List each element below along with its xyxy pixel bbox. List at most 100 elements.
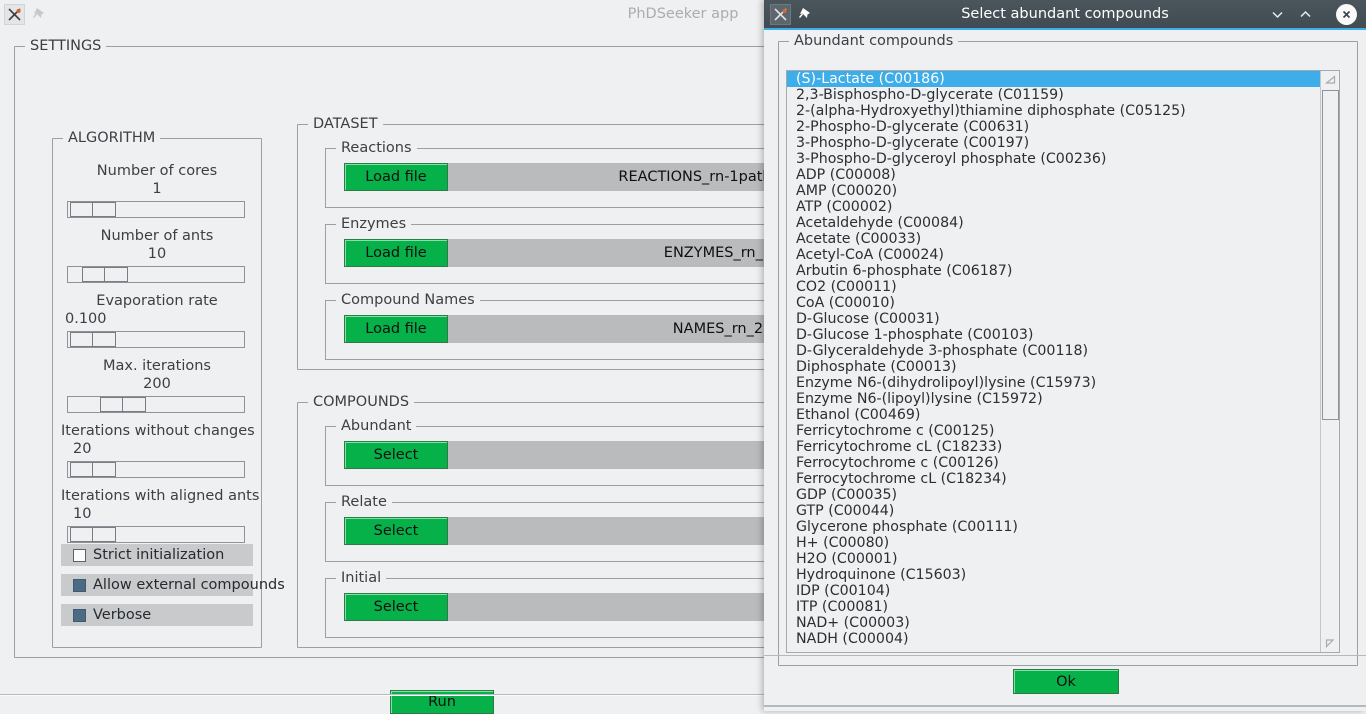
list-item[interactable]: Ethanol (C00469) — [787, 407, 1320, 423]
param-label: Max. iterations — [102, 358, 211, 374]
slider-thumb[interactable] — [70, 527, 116, 542]
checkbox-verbose[interactable]: Verbose — [61, 604, 253, 626]
list-vertical-scrollbar[interactable] — [1320, 71, 1339, 652]
abundant-select-button[interactable]: Select — [344, 441, 448, 469]
abundant-compounds-list-container: (S)-Lactate (C00186) 2,3-Bisphospho-D-gly… — [786, 70, 1340, 653]
slider-thumb[interactable] — [70, 332, 116, 347]
list-item[interactable]: H+ (C00080) — [787, 535, 1320, 551]
list-item[interactable]: Glycerone phosphate (C00111) — [787, 519, 1320, 535]
param-evaporation-rate: Evaporation rate 0.100 — [61, 292, 253, 348]
list-item[interactable]: (S)-Lactate (C00186) — [787, 71, 1320, 87]
list-item[interactable]: 2,3-Bisphospho-D-glycerate (C01159) — [787, 87, 1320, 103]
slider-thumb[interactable] — [70, 462, 116, 477]
list-item[interactable]: Ferrocytochrome c (C00126) — [787, 455, 1320, 471]
scroll-up-arrow-icon[interactable] — [1322, 72, 1339, 89]
enzymes-load-file-button[interactable]: Load file — [344, 239, 448, 267]
relate-subgroup-title: Relate — [336, 494, 392, 511]
list-item[interactable]: Enzyme N6-(lipoyl)lysine (C15972) — [787, 391, 1320, 407]
slider-thumb[interactable] — [82, 267, 128, 282]
list-item[interactable]: AMP (C00020) — [787, 183, 1320, 199]
checkbox-strict-initialization[interactable]: Strict initialization — [61, 544, 253, 566]
list-item[interactable]: GTP (C00044) — [787, 503, 1320, 519]
list-item[interactable]: Arbutin 6-phosphate (C06187) — [787, 263, 1320, 279]
compound-names-load-file-button[interactable]: Load file — [344, 315, 448, 343]
abundant-compounds-group-title: Abundant compounds — [789, 33, 959, 50]
list-item[interactable]: ADP (C00008) — [787, 167, 1320, 183]
scroll-thumb[interactable] — [1322, 90, 1339, 420]
list-item[interactable]: 3-Phospho-D-glyceroyl phosphate (C00236) — [787, 151, 1320, 167]
list-item[interactable]: Acetaldehyde (C00084) — [787, 215, 1320, 231]
initial-select-button[interactable]: Select — [344, 593, 448, 621]
dialog-footer-separator — [764, 655, 1366, 656]
ok-button[interactable]: Ok — [1013, 669, 1119, 694]
iterations-without-changes-slider[interactable] — [67, 461, 245, 478]
param-label: Iterations without changes — [61, 423, 255, 439]
algorithm-group-title: ALGORITHM — [63, 130, 161, 147]
list-item[interactable]: CoA (C00010) — [787, 295, 1320, 311]
list-item[interactable]: Diphosphate (C00013) — [787, 359, 1320, 375]
compounds-group-title: COMPOUNDS — [308, 394, 415, 411]
list-item[interactable]: 3-Phospho-D-glycerate (C00197) — [787, 135, 1320, 151]
list-item[interactable]: Acetate (C00033) — [787, 231, 1320, 247]
number-of-cores-slider[interactable] — [67, 201, 245, 218]
checkbox-box[interactable] — [73, 578, 86, 592]
list-item[interactable]: 2-(alpha-Hydroxyethyl)thiamine diphospha… — [787, 103, 1320, 119]
list-item[interactable]: ITP (C00081) — [787, 599, 1320, 615]
compound-names-group-title: Compound Names — [336, 292, 480, 309]
checkbox-box[interactable] — [73, 548, 86, 562]
scroll-down-arrow-icon[interactable] — [1322, 634, 1339, 651]
dialog-bottom-edge — [764, 705, 1366, 707]
param-label: Iterations with aligned ants — [61, 488, 260, 504]
param-value: 0.100 — [65, 311, 107, 327]
abundant-compounds-list[interactable]: (S)-Lactate (C00186) 2,3-Bisphospho-D-gly… — [787, 71, 1320, 652]
param-iterations-without-changes: Iterations without changes 20 — [61, 422, 255, 478]
close-icon[interactable] — [1336, 4, 1357, 25]
iterations-with-aligned-ants-slider[interactable] — [67, 526, 245, 543]
checkbox-box[interactable] — [73, 608, 86, 622]
checkbox-allow-external-compounds[interactable]: Allow external compounds — [61, 574, 285, 596]
param-max-iterations: Max. iterations 200 — [61, 357, 253, 413]
param-label: Evaporation rate — [96, 293, 218, 309]
chevron-down-icon[interactable] — [1268, 5, 1287, 24]
param-value: 10 — [147, 246, 167, 262]
chevron-up-icon[interactable] — [1296, 5, 1315, 24]
abundant-subgroup-title: Abundant — [336, 418, 417, 435]
list-item[interactable]: 2-Phospho-D-glycerate (C00631) — [787, 119, 1320, 135]
slider-thumb[interactable] — [100, 397, 146, 412]
relate-select-button[interactable]: Select — [344, 517, 448, 545]
list-item[interactable]: Ferricytochrome cL (C18233) — [787, 439, 1320, 455]
param-number-of-ants: Number of ants 10 — [61, 227, 253, 283]
enzymes-group-title: Enzymes — [336, 216, 412, 233]
initial-subgroup-title: Initial — [336, 570, 387, 587]
list-item[interactable]: CO2 (C00011) — [787, 279, 1320, 295]
list-item[interactable]: NAD+ (C00003) — [787, 615, 1320, 631]
list-item[interactable]: ATP (C00002) — [787, 199, 1320, 215]
select-abundant-compounds-dialog: Select abundant compounds Abundant compo… — [764, 0, 1366, 711]
list-item[interactable]: Enzyme N6-(dihydrolipoyl)lysine (C15973) — [787, 375, 1320, 391]
list-item[interactable]: Hydroquinone (C15603) — [787, 567, 1320, 583]
list-item[interactable]: D-Glucose 1-phosphate (C00103) — [787, 327, 1320, 343]
evaporation-rate-slider[interactable] — [67, 331, 245, 348]
list-item[interactable]: Ferricytochrome c (C00125) — [787, 423, 1320, 439]
dialog-body: Abundant compounds (S)-Lactate (C00186) 2… — [764, 30, 1366, 711]
param-value: 10 — [73, 506, 92, 522]
list-item[interactable]: D-Glucose (C00031) — [787, 311, 1320, 327]
number-of-ants-slider[interactable] — [67, 266, 245, 283]
param-value: 200 — [143, 376, 171, 392]
list-item[interactable]: Acetyl-CoA (C00024) — [787, 247, 1320, 263]
list-item[interactable]: NADH (C00004) — [787, 631, 1320, 647]
slider-thumb[interactable] — [70, 202, 116, 217]
dialog-titlebar[interactable]: Select abundant compounds — [764, 0, 1366, 28]
checkbox-label: Strict initialization — [93, 547, 225, 563]
max-iterations-slider[interactable] — [67, 396, 245, 413]
param-label: Number of cores — [96, 163, 218, 179]
reactions-load-file-button[interactable]: Load file — [344, 163, 448, 191]
list-item[interactable]: D-Glyceraldehyde 3-phosphate (C00118) — [787, 343, 1320, 359]
param-iterations-with-aligned-ants: Iterations with aligned ants 10 — [61, 487, 260, 543]
list-item[interactable]: H2O (C00001) — [787, 551, 1320, 567]
list-item[interactable]: IDP (C00104) — [787, 583, 1320, 599]
param-value: 1 — [152, 181, 162, 197]
reactions-group-title: Reactions — [336, 140, 417, 157]
list-item[interactable]: GDP (C00035) — [787, 487, 1320, 503]
list-item[interactable]: Ferrocytochrome cL (C18234) — [787, 471, 1320, 487]
